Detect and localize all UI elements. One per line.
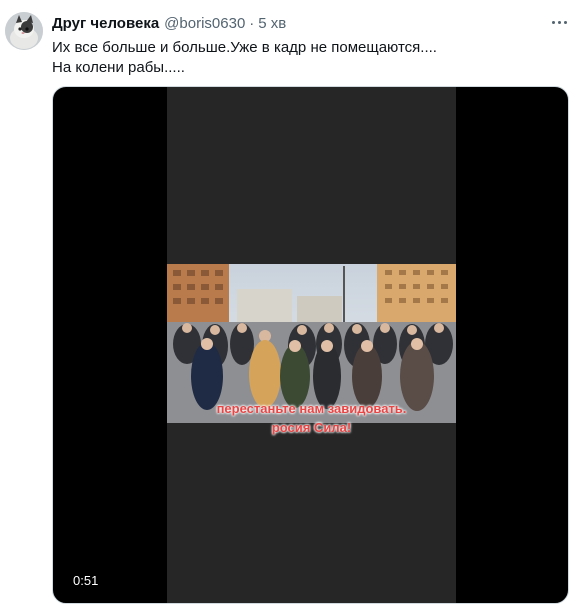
tweet-text-line: На колени рабы..... [52,59,185,76]
header-separator: · [249,15,255,32]
tweet-text: Их все больше и больше.Уже в кадр не пом… [52,38,562,78]
video-caption-line: росия Сила! [271,420,352,435]
avatar[interactable] [5,12,43,50]
tweet-header: Друг человека @boris0630 · 5 хв [52,14,286,34]
tweet-card[interactable]: Друг человека @boris0630 · 5 хв Их все б… [0,0,580,614]
video-duration-badge: 0:51 [67,571,105,591]
tweet-text-line: Их все больше и больше.Уже в кадр не пом… [52,39,437,56]
cat-avatar-icon [5,12,43,50]
video-caption-line: перестаньте нам завидовать. [216,401,407,416]
tweet-time[interactable]: 5 хв [258,14,286,34]
user-handle[interactable]: @boris0630 [164,14,245,34]
display-name[interactable]: Друг человека [52,14,159,34]
video-player[interactable]: перестаньте нам завидовать. росия Сила! … [52,86,569,604]
more-options-icon[interactable] [548,14,570,30]
video-caption: перестаньте нам завидовать. росия Сила! [167,399,456,437]
